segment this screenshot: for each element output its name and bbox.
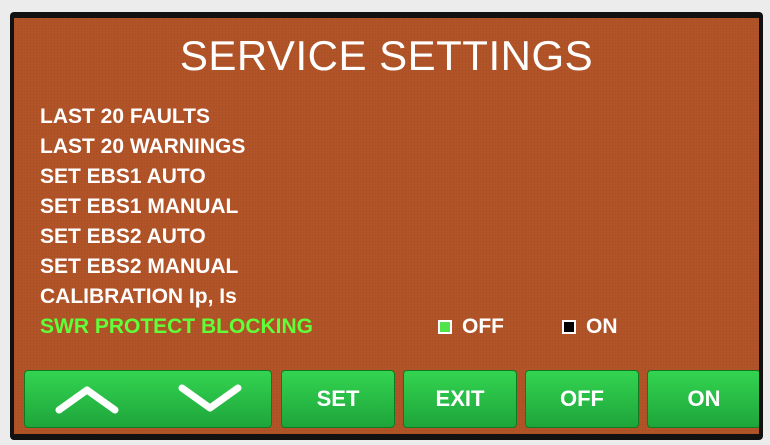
menu-item-set-ebs1-auto[interactable]: SET EBS1 AUTO: [40, 162, 313, 192]
chevron-down-icon[interactable]: [178, 384, 242, 414]
menu-item-last-20-warnings[interactable]: LAST 20 WARNINGS: [40, 132, 313, 162]
menu-item-calibration[interactable]: CALIBRATION Ip, Is: [40, 282, 313, 312]
chevron-up-icon[interactable]: [55, 384, 119, 414]
page-title: SERVICE SETTINGS: [179, 32, 594, 79]
touch-screen: SERVICE SETTINGS LAST 20 FAULTS LAST 20 …: [14, 18, 759, 434]
off-button[interactable]: OFF: [525, 370, 639, 428]
menu-item-set-ebs1-manual[interactable]: SET EBS1 MANUAL: [40, 192, 313, 222]
menu-item-swr-protect-blocking[interactable]: SWR PROTECT BLOCKING: [40, 312, 313, 342]
status-off-label: OFF: [462, 315, 504, 338]
navigation-arrows-button: [24, 370, 272, 428]
status-on-box-icon: [562, 320, 576, 334]
status-off-box-icon: [438, 320, 452, 334]
menu-item-last-20-faults[interactable]: LAST 20 FAULTS: [40, 102, 313, 132]
status-on-indicator: ON: [562, 312, 618, 342]
status-off-indicator: OFF: [438, 312, 504, 342]
set-button[interactable]: SET: [281, 370, 395, 428]
menu-item-set-ebs2-manual[interactable]: SET EBS2 MANUAL: [40, 252, 313, 282]
button-bar: SET EXIT OFF ON: [24, 370, 759, 428]
status-on-label: ON: [586, 315, 618, 338]
exit-button[interactable]: EXIT: [403, 370, 517, 428]
service-menu: LAST 20 FAULTS LAST 20 WARNINGS SET EBS1…: [40, 102, 313, 342]
menu-item-set-ebs2-auto[interactable]: SET EBS2 AUTO: [40, 222, 313, 252]
on-button[interactable]: ON: [647, 370, 759, 428]
